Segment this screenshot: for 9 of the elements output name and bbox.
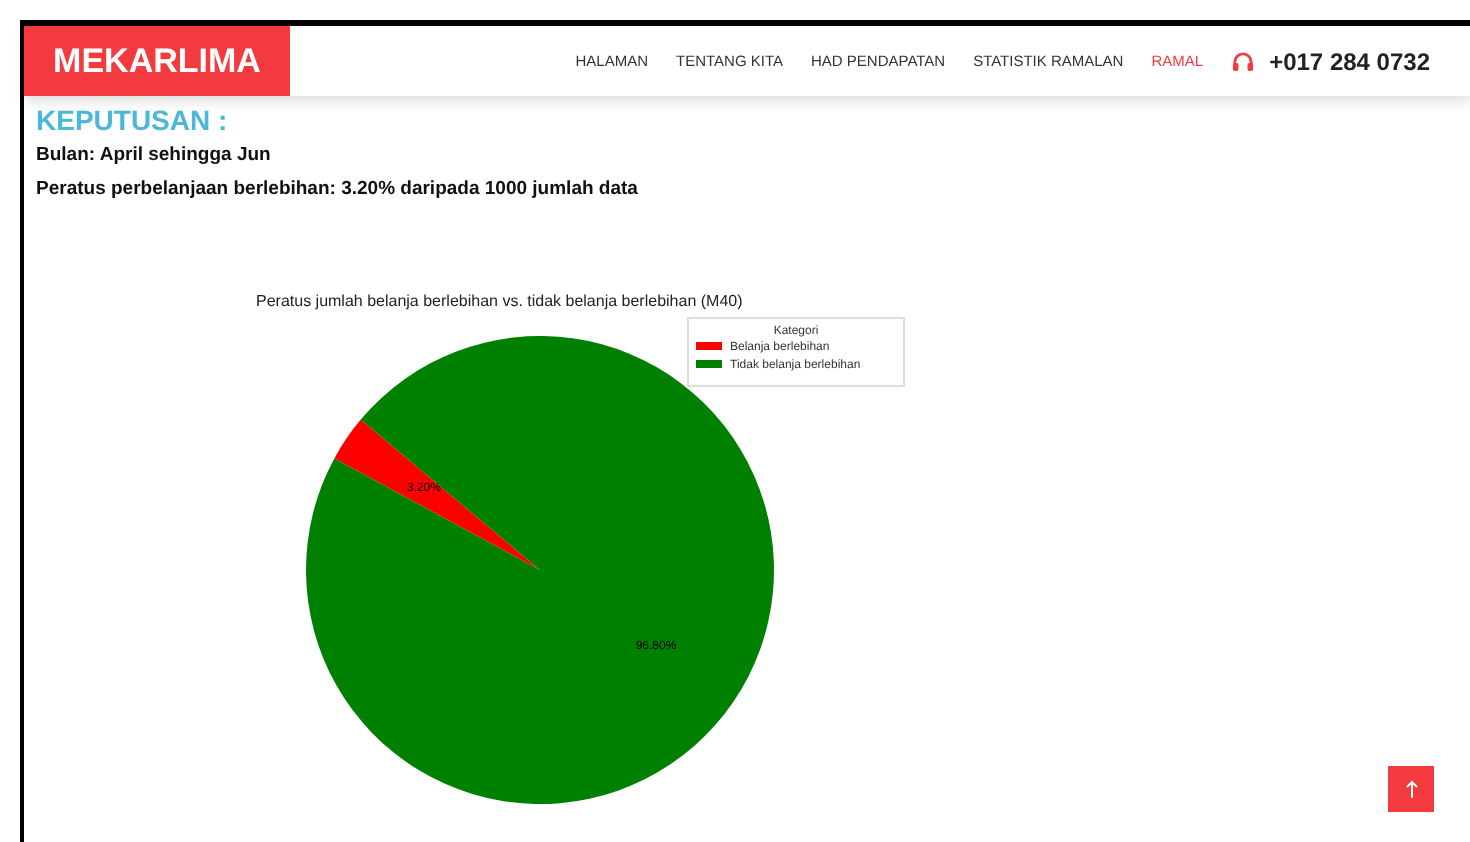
result-heading: KEPUTUSAN :	[36, 104, 230, 136]
summary-text: Peratus perbelanjaan berlebihan: 3.20% daripada 1000 jumlah data	[36, 178, 640, 200]
site-logo[interactable]: MEKARLIMA	[24, 26, 290, 96]
arrow-up-icon	[1405, 780, 1417, 798]
headphones-icon	[1231, 51, 1254, 71]
period-text: Bulan: April sehingga Jun	[36, 144, 273, 166]
phone-number: +017 284 0732	[1269, 47, 1430, 75]
back-to-top-button[interactable]	[1388, 766, 1434, 812]
chart-title: Peratus jumlah belanja berlebihan vs. tidak belanja berlebihan (M40)	[256, 292, 743, 310]
